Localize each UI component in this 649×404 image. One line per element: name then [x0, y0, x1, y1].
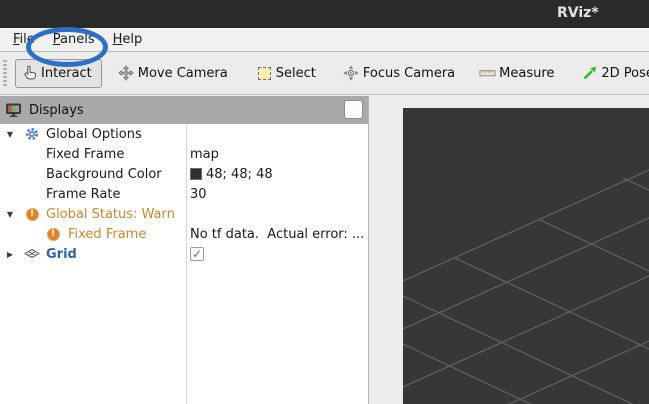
- chevron-right-icon[interactable]: ▶: [4, 250, 16, 259]
- displays-panel-header[interactable]: Displays: [0, 96, 368, 124]
- toolbar: Interact Move Camera Select Focus Camera…: [0, 52, 649, 95]
- tf-error-value: No tf data. Actual error: ...: [190, 227, 364, 242]
- row-label: Global Status: Warn: [46, 207, 175, 222]
- pose-estimate-tool-button[interactable]: 2D Pose Esti: [581, 65, 649, 82]
- select-tool-label: Select: [276, 66, 316, 81]
- move-camera-tool-button[interactable]: Move Camera: [118, 65, 228, 82]
- tree-row-global-status[interactable]: ▼ ! Global Status: Warn: [0, 204, 368, 224]
- pose-estimate-tool-label: 2D Pose Esti: [601, 66, 649, 81]
- grid-icon: [24, 246, 40, 262]
- chevron-down-icon[interactable]: ▼: [4, 210, 16, 219]
- grid-enabled-cell: ✓: [190, 247, 364, 261]
- color-swatch: [190, 168, 202, 180]
- ruler-icon: [479, 65, 496, 82]
- focus-camera-tool-label: Focus Camera: [363, 66, 455, 81]
- row-label: Frame Rate: [46, 187, 120, 202]
- panel-float-button[interactable]: [344, 100, 363, 119]
- tree-row-fixed-frame[interactable]: Fixed Frame map: [0, 144, 368, 164]
- move-arrows-icon: [118, 65, 135, 82]
- frame-rate-value[interactable]: 30: [190, 187, 364, 202]
- tree-row-frame-rate[interactable]: Frame Rate 30: [0, 184, 368, 204]
- row-label: Background Color: [46, 167, 162, 182]
- interact-tool-button[interactable]: Interact: [15, 59, 102, 88]
- row-label: Global Options: [46, 127, 142, 142]
- hand-cursor-icon: [21, 65, 38, 82]
- select-tool-button[interactable]: Select: [256, 65, 316, 82]
- menu-panels[interactable]: Panels: [44, 30, 104, 49]
- title-bar: RViz*: [0, 0, 649, 28]
- menu-file[interactable]: File: [4, 30, 44, 49]
- grid-enabled-checkbox[interactable]: ✓: [190, 247, 204, 261]
- tree-row-fixed-frame-warning[interactable]: ! Fixed Frame No tf data. Actual error: …: [0, 224, 368, 244]
- rviz-window: RViz* File Panels Help Interact Move Cam…: [0, 0, 649, 404]
- tree-row-global-options[interactable]: ▼ Global Options: [0, 124, 368, 144]
- row-label: Grid: [46, 247, 77, 262]
- ground-grid: [403, 108, 649, 404]
- window-title: RViz*: [557, 5, 599, 21]
- render-viewport[interactable]: [403, 108, 649, 404]
- interact-tool-label: Interact: [41, 66, 92, 81]
- warning-icon: !: [24, 206, 40, 222]
- measure-tool-button[interactable]: Measure: [479, 65, 554, 82]
- background-color-value[interactable]: 48; 48; 48: [190, 167, 364, 182]
- chevron-down-icon[interactable]: ▼: [4, 130, 16, 139]
- toolbar-drag-handle[interactable]: [3, 60, 7, 86]
- tree-row-grid[interactable]: ▶ Grid ✓: [0, 244, 368, 264]
- green-arrow-icon: [581, 65, 598, 82]
- row-label: Fixed Frame: [46, 147, 124, 162]
- move-camera-tool-label: Move Camera: [138, 66, 228, 81]
- displays-tree: ▼ Global Options Fixed Frame map Backgro…: [0, 124, 368, 404]
- color-value-text: 48; 48; 48: [206, 167, 273, 182]
- displays-panel-title: Displays: [29, 103, 84, 118]
- focus-camera-tool-button[interactable]: Focus Camera: [343, 65, 455, 82]
- selection-box-icon: [256, 65, 273, 82]
- crosshair-icon: [343, 65, 360, 82]
- fixed-frame-value[interactable]: map: [190, 147, 364, 162]
- gear-icon: [24, 126, 40, 142]
- measure-tool-label: Measure: [499, 66, 554, 81]
- row-label: Fixed Frame: [68, 227, 146, 242]
- menu-bar: File Panels Help: [0, 28, 649, 52]
- monitor-icon: [5, 102, 22, 118]
- menu-help[interactable]: Help: [104, 30, 152, 49]
- warning-icon: !: [45, 226, 61, 242]
- displays-panel: Displays ▼ Global Options Fixed Frame ma…: [0, 96, 369, 404]
- tree-row-background-color[interactable]: Background Color 48; 48; 48: [0, 164, 368, 184]
